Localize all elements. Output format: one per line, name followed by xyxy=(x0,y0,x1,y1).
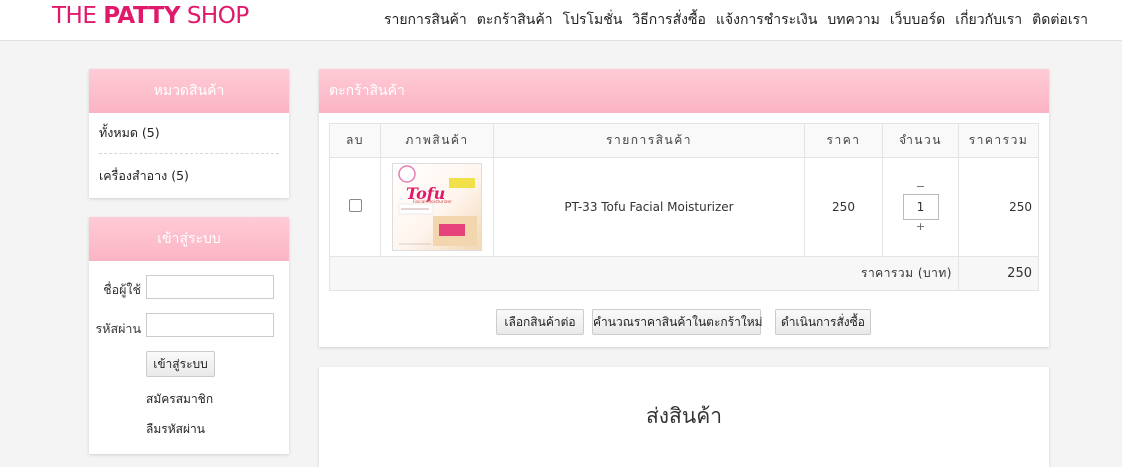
summary-row: ราคารวม (บาท) 250 xyxy=(329,256,1039,291)
nav-about[interactable]: เกี่ยวกับเรา xyxy=(955,9,1022,31)
nav-cart[interactable]: ตะกร้าสินค้า xyxy=(477,9,553,31)
nav-promotions[interactable]: โปรโมชั่น xyxy=(563,9,623,31)
shipping-title: ส่งสินค้า xyxy=(645,404,723,428)
site-logo[interactable]: THE PATTY SHOP xyxy=(52,3,249,29)
col-total: ราคารวม xyxy=(958,123,1039,158)
product-package-icon xyxy=(398,165,477,246)
login-panel: เข้าสู่ระบบ ชื่อผู้ใช้ รหัสผ่าน เข้าสู่ร… xyxy=(89,217,289,454)
category-cosmetics[interactable]: เครื่องสำอาง (5) xyxy=(99,154,279,198)
nav-webboard[interactable]: เว็บบอร์ด xyxy=(890,9,945,31)
product-image-sub: Facial Moisturizer xyxy=(413,200,453,205)
top-bar: THE PATTY SHOP รายการสินค้า ตะกร้าสินค้า… xyxy=(0,0,1122,41)
logo-text-1: THE xyxy=(52,3,104,29)
cart-header-row: ลบ ภาพสินค้า รายการสินค้า ราคา จำนวน ราค… xyxy=(329,123,1039,158)
col-product: รายการสินค้า xyxy=(493,123,805,158)
categories-panel: หมวดสินค้า ทั้งหมด (5) เครื่องสำอาง (5) xyxy=(89,69,289,198)
logo-text-2: PATTY xyxy=(103,3,181,29)
qty-cell: − 1 + xyxy=(882,157,959,257)
register-link[interactable]: สมัครสมาชิก xyxy=(146,390,213,409)
nav-payment-notify[interactable]: แจ้งการชำระเงิน xyxy=(716,9,818,31)
product-image[interactable]: Tofu Facial Moisturizer xyxy=(392,163,482,251)
nav-articles[interactable]: บทความ xyxy=(827,9,879,31)
nav-contact[interactable]: ติดต่อเรา xyxy=(1032,9,1088,31)
sum-label: ราคารวม (บาท) xyxy=(329,256,959,291)
image-cell: Tofu Facial Moisturizer xyxy=(380,157,494,257)
logo-text-3: SHOP xyxy=(180,3,249,29)
col-delete: ลบ xyxy=(329,123,381,158)
qty-increase-button[interactable]: + xyxy=(884,220,957,234)
recalculate-button[interactable]: คำนวณราคาสินค้าในตะกร้าใหม่ xyxy=(592,309,763,335)
cart-panel: ตะกร้าสินค้า ลบ ภาพสินค้า รายการสินค้า ร… xyxy=(319,69,1049,347)
login-title: เข้าสู่ระบบ xyxy=(89,217,289,261)
delete-checkbox[interactable] xyxy=(348,199,362,212)
password-input[interactable] xyxy=(146,313,274,337)
category-all[interactable]: ทั้งหมด (5) xyxy=(99,113,279,154)
col-qty: จำนวน xyxy=(882,123,959,158)
table-row: Tofu Facial Moisturizer PT-33 Tofu Facia… xyxy=(329,157,1039,257)
col-price: ราคา xyxy=(804,123,883,158)
cart-table: ลบ ภาพสินค้า รายการสินค้า ราคา จำนวน ราค… xyxy=(329,123,1039,291)
shipping-panel: ส่งสินค้า xyxy=(319,367,1049,467)
username-input[interactable] xyxy=(146,275,274,299)
product-price: 250 xyxy=(804,157,883,257)
col-image: ภาพสินค้า xyxy=(380,123,494,158)
sum-value: 250 xyxy=(958,256,1039,291)
product-total: 250 xyxy=(958,157,1039,257)
login-button[interactable]: เข้าสู่ระบบ xyxy=(146,351,215,377)
cart-title: ตะกร้าสินค้า xyxy=(319,69,1049,113)
qty-decrease-button[interactable]: − xyxy=(884,180,957,194)
forgot-password-link[interactable]: ลืมรหัสผ่าน xyxy=(146,420,205,439)
password-label: รหัสผ่าน xyxy=(95,321,141,336)
nav-how-to-order[interactable]: วิธีการสั่งซื้อ xyxy=(632,9,706,31)
continue-shopping-button[interactable]: เลือกสินค้าต่อ xyxy=(496,309,584,335)
categories-title: หมวดสินค้า xyxy=(89,69,289,113)
main-nav: รายการสินค้า ตะกร้าสินค้า โปรโมชั่น วิธี… xyxy=(384,9,1088,31)
username-label: ชื่อผู้ใช้ xyxy=(103,282,141,297)
qty-input[interactable]: 1 xyxy=(902,194,939,220)
checkout-button[interactable]: ดำเนินการสั่งซื้อ xyxy=(775,309,871,335)
nav-products[interactable]: รายการสินค้า xyxy=(384,9,467,31)
product-name: PT-33 Tofu Facial Moisturizer xyxy=(493,157,805,257)
delete-cell xyxy=(329,157,381,257)
